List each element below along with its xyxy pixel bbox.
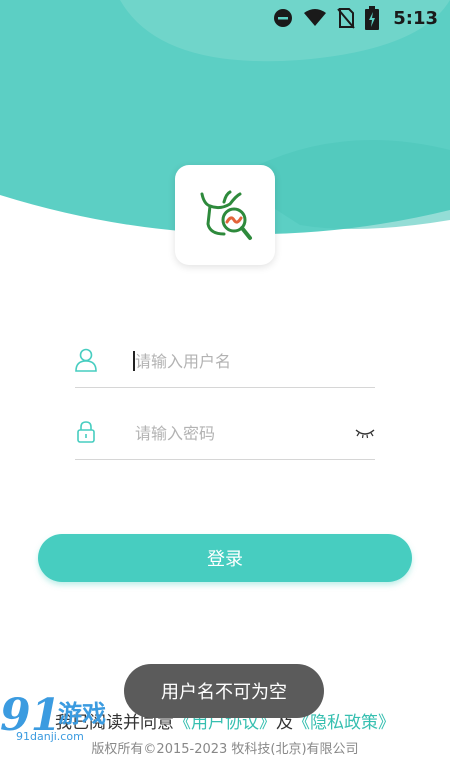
privacy-policy-link[interactable]: 《隐私政策》	[293, 713, 395, 733]
text-cursor	[133, 351, 135, 371]
username-field	[75, 335, 375, 388]
login-button[interactable]: 登录	[38, 534, 412, 582]
username-input[interactable]	[133, 345, 337, 377]
password-field	[75, 407, 375, 460]
lock-icon	[75, 419, 97, 445]
toast-message: 用户名不可为空	[124, 664, 324, 718]
wifi-icon	[303, 8, 327, 28]
site-watermark: 91 游戏 91danji.com	[0, 690, 140, 749]
user-icon	[75, 347, 97, 373]
eye-closed-icon[interactable]	[355, 425, 375, 439]
password-input[interactable]	[133, 417, 337, 449]
cow-magnifier-icon	[200, 190, 252, 240]
do-not-disturb-icon	[273, 8, 293, 28]
watermark-url: 91danji.com	[16, 730, 84, 743]
app-logo	[175, 165, 275, 265]
watermark-name: 游戏	[58, 700, 106, 728]
no-sim-icon	[337, 7, 355, 29]
battery-charging-icon	[365, 6, 380, 30]
status-time: 5:13	[393, 7, 438, 29]
status-bar: 5:13	[0, 0, 450, 36]
